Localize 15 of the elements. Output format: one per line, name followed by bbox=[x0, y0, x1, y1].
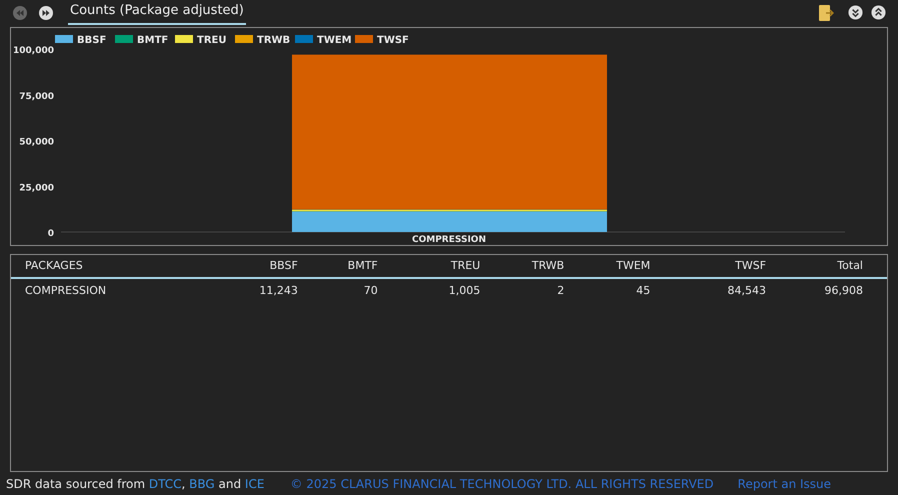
axis-tick-label: 75,000 bbox=[19, 92, 54, 102]
table-cell: 84,543 bbox=[728, 284, 766, 297]
category-label: COMPRESSION bbox=[412, 234, 486, 245]
axis-tick-label: 100,000 bbox=[13, 46, 54, 56]
table-cell: 1,005 bbox=[448, 284, 480, 297]
source-note: SDR data sourced from DTCC, BBG and ICE bbox=[6, 476, 264, 494]
table-cell: 2 bbox=[557, 284, 564, 297]
table-cell: 11,243 bbox=[259, 284, 298, 297]
axis-tick-label: 0 bbox=[48, 228, 54, 239]
table-cell: 70 bbox=[364, 284, 378, 297]
table-cell: 96,908 bbox=[824, 284, 863, 297]
axis-tick-label: 50,000 bbox=[19, 137, 54, 148]
axis-tick-label: 25,000 bbox=[19, 183, 54, 194]
table-cell: 45 bbox=[636, 284, 650, 297]
table-cell: COMPRESSION bbox=[25, 284, 106, 297]
